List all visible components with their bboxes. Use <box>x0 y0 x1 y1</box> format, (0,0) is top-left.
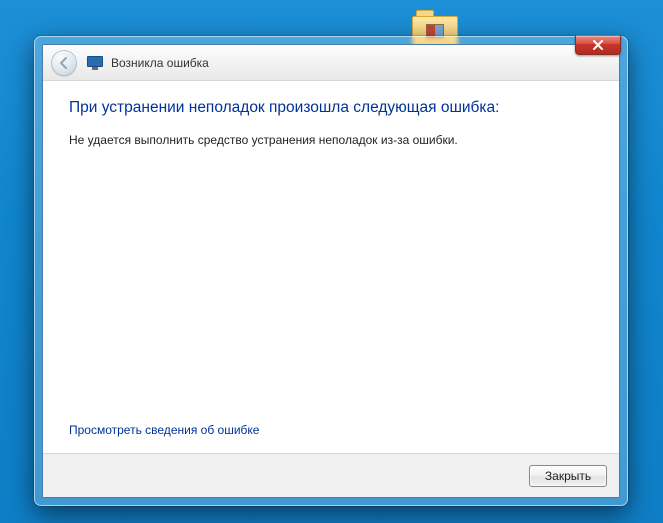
window-title: Возникла ошибка <box>111 56 209 70</box>
window-controls <box>575 35 621 55</box>
window-close-button[interactable] <box>575 35 621 55</box>
content-area: При устранении неполадок произошла следу… <box>43 81 619 453</box>
error-heading: При устранении неполадок произошла следу… <box>69 99 593 117</box>
troubleshooter-window: Возникла ошибка При устранении неполадок… <box>34 36 628 506</box>
view-error-details-link[interactable]: Просмотреть сведения об ошибке <box>69 423 259 437</box>
close-icon <box>592 40 604 50</box>
error-body: Не удается выполнить средство устранения… <box>69 133 593 147</box>
back-arrow-icon <box>57 56 71 70</box>
window-footer: Закрыть <box>43 453 619 497</box>
window-header: Возникла ошибка <box>43 45 619 81</box>
close-button[interactable]: Закрыть <box>529 465 607 487</box>
window-client-area: Возникла ошибка При устранении неполадок… <box>42 44 620 498</box>
troubleshooter-icon <box>87 56 103 70</box>
back-button[interactable] <box>51 50 77 76</box>
